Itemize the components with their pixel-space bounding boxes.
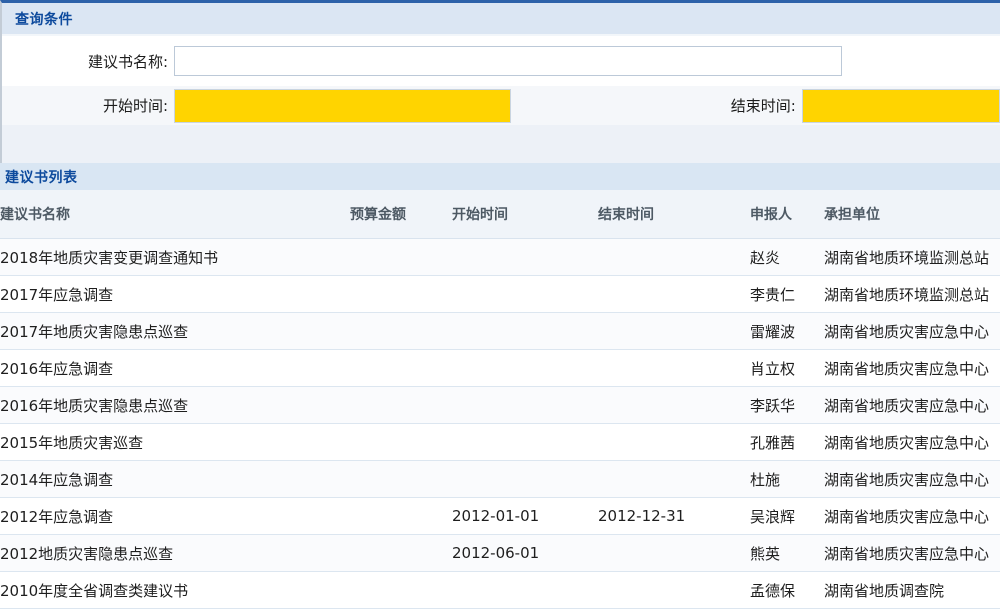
cell-unit: 湖南省地质环境监测总站 xyxy=(824,276,1000,313)
start-time-label: 开始时间: xyxy=(2,95,168,116)
cell-budget xyxy=(350,535,452,572)
query-panel-footer-band xyxy=(2,125,1000,163)
column-header-unit: 承担单位 xyxy=(824,190,1000,239)
cell-name: 2018年地质灾害变更调查通知书 xyxy=(0,239,350,276)
column-header-name: 建议书名称 xyxy=(0,190,350,239)
cell-unit: 湖南省地质灾害应急中心 xyxy=(824,535,1000,572)
cell-name: 2016年应急调查 xyxy=(0,350,350,387)
cell-unit: 湖南省地质灾害应急中心 xyxy=(824,498,1000,535)
cell-budget xyxy=(350,276,452,313)
end-time-input[interactable] xyxy=(802,89,1000,123)
cell-unit: 湖南省地质灾害应急中心 xyxy=(824,424,1000,461)
table-row[interactable]: 2015年地质灾害巡查 孔雅茜湖南省地质灾害应急中心 xyxy=(0,424,1000,461)
cell-unit: 湖南省地质灾害应急中心 xyxy=(824,313,1000,350)
proposal-name-input[interactable] xyxy=(174,46,842,76)
cell-unit: 湖南省地质调查院 xyxy=(824,572,1000,609)
cell-end xyxy=(598,276,750,313)
cell-applicant: 李贵仁 xyxy=(750,276,824,313)
cell-name: 2012年应急调查 xyxy=(0,498,350,535)
start-time-input[interactable] xyxy=(174,89,511,123)
proposal-list-title: 建议书列表 xyxy=(5,167,78,187)
cell-start xyxy=(452,572,598,609)
cell-name: 2012地质灾害隐患点巡查 xyxy=(0,535,350,572)
cell-unit: 湖南省地质灾害应急中心 xyxy=(824,387,1000,424)
cell-start: 2012-01-01 xyxy=(452,498,598,535)
cell-applicant: 雷耀波 xyxy=(750,313,824,350)
cell-applicant: 吴浪辉 xyxy=(750,498,824,535)
cell-budget xyxy=(350,424,452,461)
cell-start xyxy=(452,461,598,498)
query-conditions-panel: 查询条件 建议书名称: 开始时间: 结束时间: xyxy=(0,0,1000,163)
cell-end: 2012-12-31 xyxy=(598,498,750,535)
cell-name: 2017年应急调查 xyxy=(0,276,350,313)
cell-unit: 湖南省地质环境监测总站 xyxy=(824,239,1000,276)
cell-name: 2015年地质灾害巡查 xyxy=(0,424,350,461)
proposal-name-row: 建议书名称: xyxy=(2,36,1000,86)
cell-start xyxy=(452,276,598,313)
cell-budget xyxy=(350,461,452,498)
cell-end xyxy=(598,424,750,461)
cell-budget xyxy=(350,313,452,350)
cell-name: 2010年度全省调查类建议书 xyxy=(0,572,350,609)
cell-budget xyxy=(350,387,452,424)
table-row[interactable]: 2018年地质灾害变更调查通知书 赵炎湖南省地质环境监测总站 xyxy=(0,239,1000,276)
column-header-applicant: 申报人 xyxy=(750,190,824,239)
table-row[interactable]: 2017年应急调查 李贵仁湖南省地质环境监测总站 xyxy=(0,276,1000,313)
cell-name: 2017年地质灾害隐患点巡查 xyxy=(0,313,350,350)
cell-applicant: 肖立权 xyxy=(750,350,824,387)
cell-applicant: 赵炎 xyxy=(750,239,824,276)
table-row[interactable]: 2012年应急调查 2012-01-012012-12-31吴浪辉湖南省地质灾害应… xyxy=(0,498,1000,535)
cell-end xyxy=(598,239,750,276)
table-header-row: 建议书名称 预算金额 开始时间 结束时间 申报人 承担单位 xyxy=(0,190,1000,239)
cell-budget xyxy=(350,572,452,609)
column-header-start: 开始时间 xyxy=(452,190,598,239)
cell-applicant: 孔雅茜 xyxy=(750,424,824,461)
cell-end xyxy=(598,387,750,424)
cell-budget xyxy=(350,498,452,535)
cell-start xyxy=(452,424,598,461)
cell-name: 2016年地质灾害隐患点巡查 xyxy=(0,387,350,424)
cell-start xyxy=(452,239,598,276)
cell-applicant: 孟德保 xyxy=(750,572,824,609)
end-time-label: 结束时间: xyxy=(511,95,796,116)
cell-end xyxy=(598,535,750,572)
cell-applicant: 熊英 xyxy=(750,535,824,572)
cell-end xyxy=(598,572,750,609)
time-range-row: 开始时间: 结束时间: xyxy=(2,86,1000,125)
cell-start xyxy=(452,313,598,350)
proposal-name-label: 建议书名称: xyxy=(2,51,168,72)
cell-name: 2014年应急调查 xyxy=(0,461,350,498)
table-row[interactable]: 2012地质灾害隐患点巡查 2012-06-01 熊英湖南省地质灾害应急中心 xyxy=(0,535,1000,572)
cell-applicant: 李跃华 xyxy=(750,387,824,424)
cell-unit: 湖南省地质灾害应急中心 xyxy=(824,350,1000,387)
cell-budget xyxy=(350,350,452,387)
cell-applicant: 杜施 xyxy=(750,461,824,498)
cell-start xyxy=(452,350,598,387)
cell-end xyxy=(598,461,750,498)
table-row[interactable]: 2017年地质灾害隐患点巡查 雷耀波湖南省地质灾害应急中心 xyxy=(0,313,1000,350)
table-row[interactable]: 2014年应急调查 杜施湖南省地质灾害应急中心 xyxy=(0,461,1000,498)
table-row[interactable]: 2016年地质灾害隐患点巡查 李跃华湖南省地质灾害应急中心 xyxy=(0,387,1000,424)
cell-start xyxy=(452,387,598,424)
table-row[interactable]: 2010年度全省调查类建议书 孟德保湖南省地质调查院 xyxy=(0,572,1000,609)
proposal-table: 建议书名称 预算金额 开始时间 结束时间 申报人 承担单位 2018年地质灾害变… xyxy=(0,190,1000,609)
cell-start: 2012-06-01 xyxy=(452,535,598,572)
column-header-budget: 预算金额 xyxy=(350,190,452,239)
cell-unit: 湖南省地质灾害应急中心 xyxy=(824,461,1000,498)
cell-end xyxy=(598,350,750,387)
table-row[interactable]: 2016年应急调查 肖立权湖南省地质灾害应急中心 xyxy=(0,350,1000,387)
query-conditions-title-bar: 查询条件 xyxy=(2,3,1000,36)
cell-budget xyxy=(350,239,452,276)
column-header-end: 结束时间 xyxy=(598,190,750,239)
proposal-list-title-bar: 建议书列表 xyxy=(0,163,1000,190)
query-conditions-title: 查询条件 xyxy=(15,9,73,29)
cell-end xyxy=(598,313,750,350)
